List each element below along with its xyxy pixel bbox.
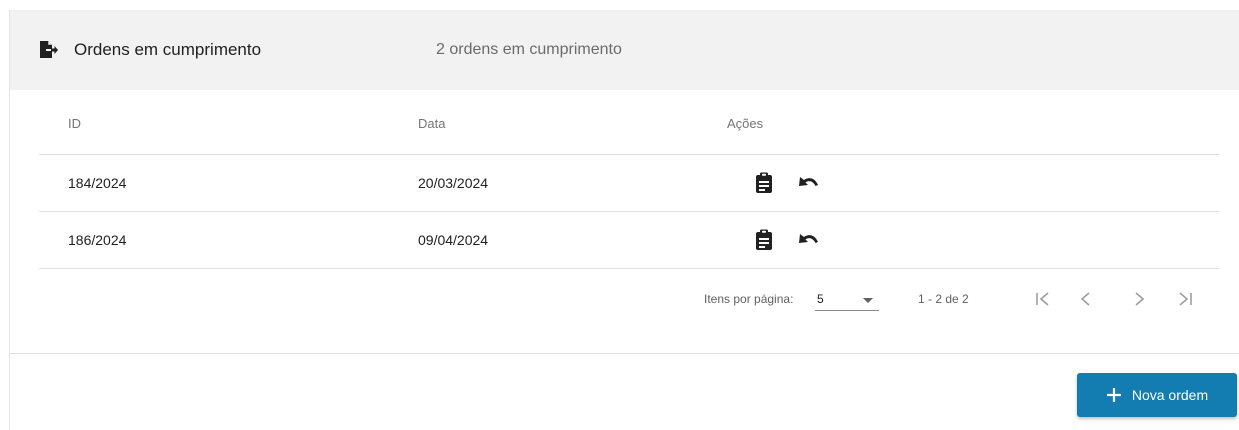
plus-icon: [1106, 387, 1122, 403]
next-page-icon[interactable]: [1128, 288, 1150, 310]
panel-title: Ordens em cumprimento: [74, 40, 262, 59]
new-order-button-label: Nova ordem: [1131, 387, 1209, 403]
order-date-cell: 09/04/2024: [418, 232, 489, 248]
column-header-data[interactable]: Data: [418, 116, 445, 132]
row-actions: [753, 229, 819, 251]
footer-divider: [10, 353, 1239, 354]
table-row: 184/2024 20/03/2024: [39, 155, 1219, 212]
new-order-button[interactable]: Nova ordem: [1077, 373, 1237, 417]
page-range-label: 1 - 2 de 2: [918, 292, 969, 306]
panel-header[interactable]: Ordens em cumprimento 2 ordens em cumpri…: [10, 10, 1239, 90]
column-header-id[interactable]: ID: [68, 116, 81, 132]
chevron-down-icon: [863, 298, 873, 303]
undo-icon[interactable]: [797, 229, 819, 251]
table-header-row: ID Data Ações: [39, 90, 1219, 155]
first-page-icon[interactable]: [1032, 288, 1054, 310]
previous-page-icon[interactable]: [1075, 288, 1097, 310]
order-id-cell: 184/2024: [68, 175, 127, 191]
paginator: Itens por página: 5 1 - 2 de 2: [0, 268, 1239, 332]
page: Ordens em cumprimento 2 ordens em cumpri…: [0, 0, 1239, 430]
items-per-page-value: 5: [817, 292, 824, 306]
table-row: 186/2024 09/04/2024: [39, 212, 1219, 269]
clipboard-icon[interactable]: [753, 229, 775, 251]
export-file-icon: [39, 40, 58, 60]
items-per-page-select[interactable]: 5: [815, 288, 879, 311]
clipboard-icon[interactable]: [753, 172, 775, 194]
undo-icon[interactable]: [797, 172, 819, 194]
column-header-acoes: Ações: [727, 116, 764, 131]
panel-description: 2 ordens em cumprimento: [436, 41, 622, 58]
row-actions: [753, 172, 819, 194]
items-per-page-label: Itens por página:: [704, 292, 794, 306]
last-page-icon[interactable]: [1174, 288, 1196, 310]
orders-table: ID Data Ações 184/2024 20/03/2024 186/20…: [39, 90, 1219, 269]
order-id-cell: 186/2024: [68, 232, 127, 248]
order-date-cell: 20/03/2024: [418, 175, 489, 191]
